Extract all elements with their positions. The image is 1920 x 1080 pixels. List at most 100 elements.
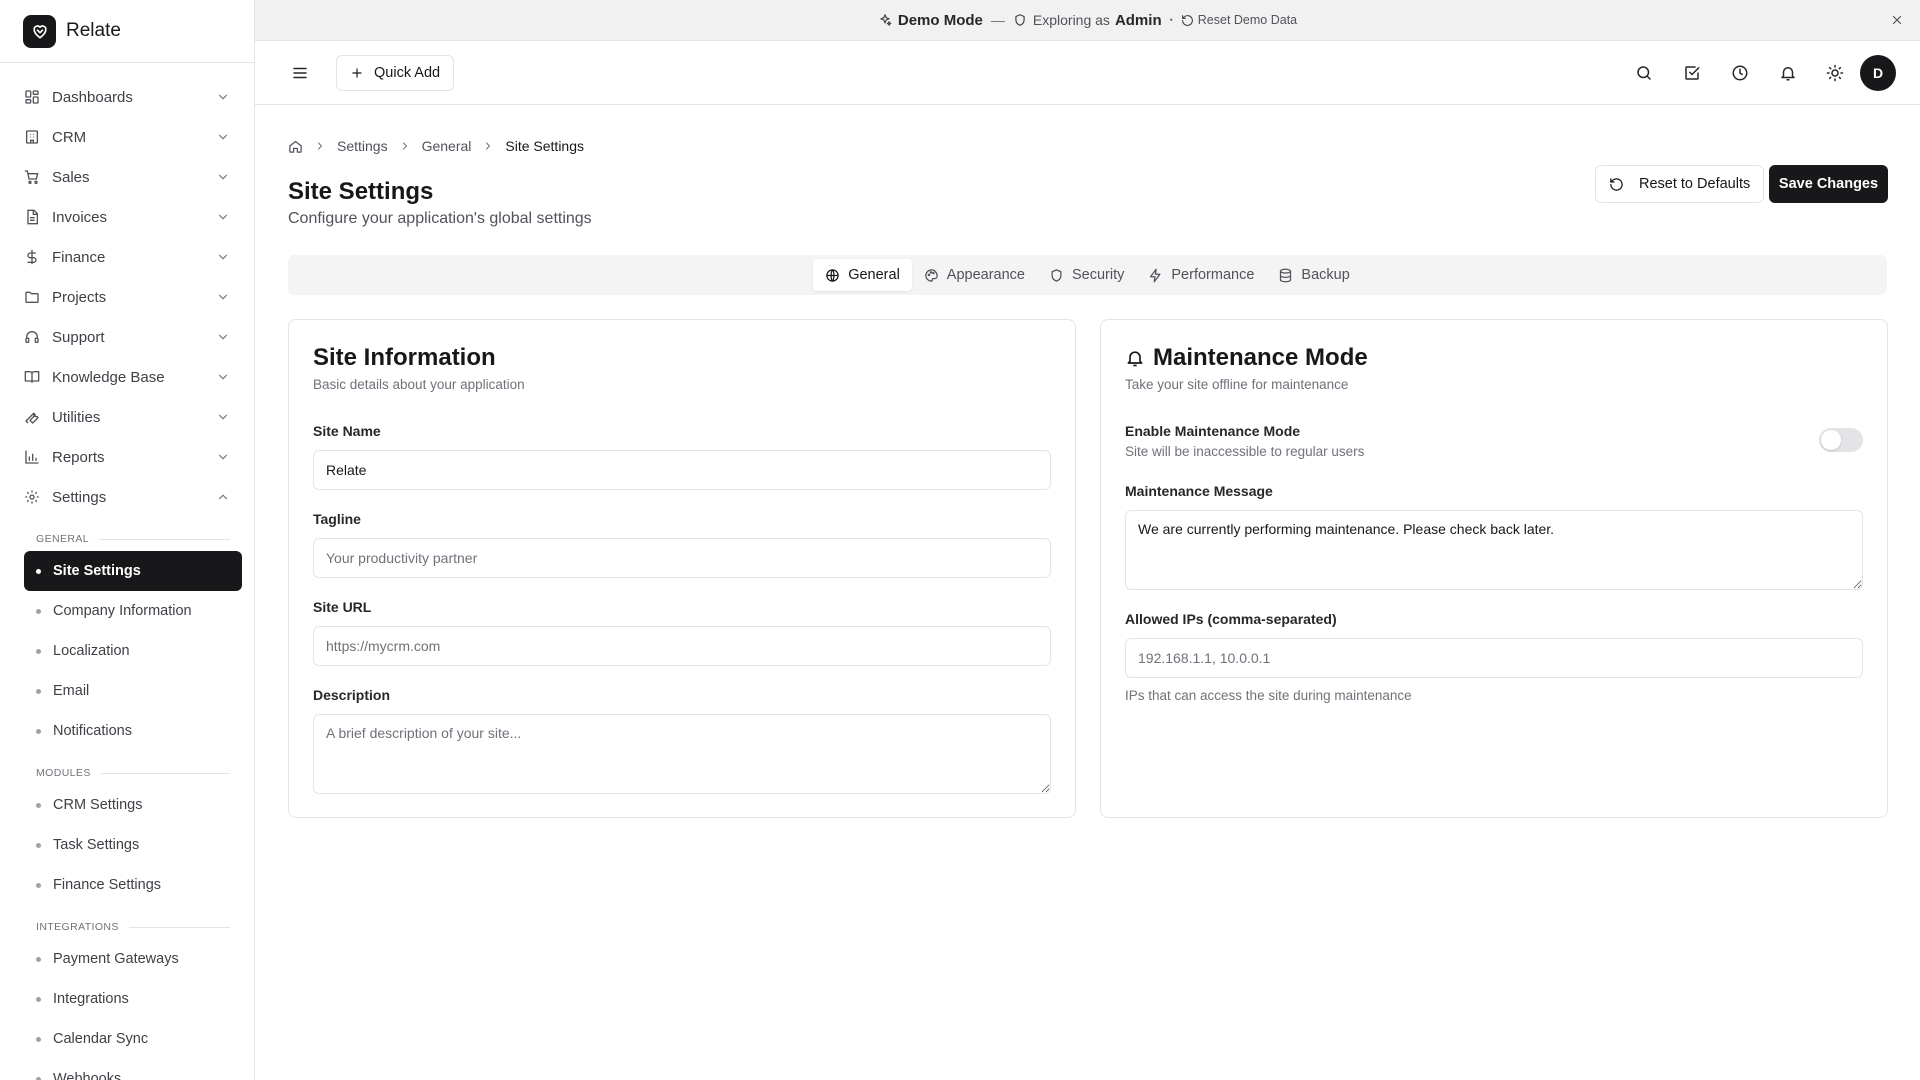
sidebar-item-knowledge-base[interactable]: Knowledge Base xyxy=(0,357,254,397)
tab-security[interactable]: Security xyxy=(1037,259,1136,291)
shield-icon xyxy=(1015,14,1025,26)
banner-dot: • xyxy=(1169,15,1173,25)
home-icon[interactable] xyxy=(288,139,303,154)
search-icon[interactable] xyxy=(1635,64,1653,82)
sidebar-subitem-site-settings[interactable]: Site Settings xyxy=(24,551,242,591)
sidebar-subitem-finance-settings[interactable]: Finance Settings xyxy=(24,865,242,905)
sidebar-item-settings[interactable]: Settings xyxy=(0,477,254,517)
sidebar-subitem-label: Notifications xyxy=(53,723,132,739)
reset-demo-data-button[interactable]: Reset Demo Data xyxy=(1181,13,1297,27)
site-name-label: Site Name xyxy=(313,423,381,439)
sidebar-item-reports[interactable]: Reports xyxy=(0,437,254,477)
maintenance-message-textarea[interactable]: We are currently performing maintenance.… xyxy=(1125,510,1863,590)
chevron-down-icon xyxy=(218,294,228,300)
headset-icon xyxy=(25,331,39,343)
site-url-input[interactable] xyxy=(313,626,1051,666)
tab-appearance[interactable]: Appearance xyxy=(912,259,1037,291)
chevron-down-icon xyxy=(218,454,228,460)
sidebar-subitem-localization[interactable]: Localization xyxy=(24,631,242,671)
sidebar-item-projects[interactable]: Projects xyxy=(0,277,254,317)
sidebar-item-support[interactable]: Support xyxy=(0,317,254,357)
sidebar-item-crm[interactable]: CRM xyxy=(0,117,254,157)
palette-icon xyxy=(925,268,938,282)
sidebar-subitem-integrations[interactable]: Integrations xyxy=(24,979,242,1019)
avatar[interactable]: D xyxy=(1860,55,1896,91)
menu-icon[interactable] xyxy=(291,64,309,82)
dollar-icon xyxy=(27,249,37,265)
sidebar-subitem-email[interactable]: Email xyxy=(24,671,242,711)
section-header-general: GENERAL xyxy=(36,529,230,549)
sidebar-item-dashboards[interactable]: Dashboards xyxy=(0,77,254,117)
chevron-down-icon xyxy=(218,414,228,420)
plus-icon xyxy=(352,68,362,78)
sidebar-subitem-payment-gateways[interactable]: Payment Gateways xyxy=(24,939,242,979)
sidebar-subitem-company-information[interactable]: Company Information xyxy=(24,591,242,631)
task-check-icon[interactable] xyxy=(1683,64,1701,82)
sidebar-item-label: Knowledge Base xyxy=(52,368,165,386)
sidebar-item-sales[interactable]: Sales xyxy=(0,157,254,197)
lightning-icon xyxy=(1150,268,1161,282)
tagline-input[interactable] xyxy=(313,538,1051,578)
bullet-icon xyxy=(36,1076,41,1080)
reset-to-defaults-button[interactable]: Reset to Defaults xyxy=(1595,165,1765,203)
sidebar-item-label: Support xyxy=(52,328,105,346)
section-title: MODULES xyxy=(36,767,91,779)
exploring-prefix: Exploring as xyxy=(1032,12,1110,28)
reset-to-defaults-label: Reset to Defaults xyxy=(1639,176,1751,192)
page-title: Site Settings xyxy=(288,178,434,205)
globe-icon xyxy=(826,268,839,282)
description-textarea[interactable] xyxy=(313,714,1051,794)
tab-general[interactable]: General xyxy=(813,259,912,291)
chevron-down-icon xyxy=(218,174,228,180)
tab-performance[interactable]: Performance xyxy=(1136,259,1266,291)
breadcrumb-general[interactable]: General xyxy=(422,138,472,154)
tab-backup[interactable]: Backup xyxy=(1266,259,1361,291)
sidebar-nav: Dashboards CRM Sales Invoices Finance Pr… xyxy=(0,63,254,1080)
bell-icon[interactable] xyxy=(1779,64,1797,82)
brand[interactable]: Relate xyxy=(0,0,254,63)
sidebar-item-finance[interactable]: Finance xyxy=(0,237,254,277)
sun-icon[interactable] xyxy=(1826,64,1844,82)
clock-icon[interactable] xyxy=(1731,64,1749,82)
bullet-icon xyxy=(36,956,41,962)
site-name-input[interactable] xyxy=(313,450,1051,490)
maintenance-toggle[interactable] xyxy=(1819,428,1863,452)
sidebar-item-label: Dashboards xyxy=(52,88,133,106)
chevron-down-icon xyxy=(218,334,228,340)
tab-label: General xyxy=(848,267,900,283)
wrench-icon xyxy=(25,412,39,424)
site-information-card: Site Information Basic details about you… xyxy=(288,319,1076,818)
allowed-ips-input[interactable] xyxy=(1125,638,1863,678)
brand-name: Relate xyxy=(66,20,121,41)
breadcrumb-settings[interactable]: Settings xyxy=(337,138,388,154)
sidebar-item-invoices[interactable]: Invoices xyxy=(0,197,254,237)
settings-tabs: General Appearance Security Performance … xyxy=(288,255,1887,295)
sidebar-subitem-label: Company Information xyxy=(53,603,192,619)
save-changes-button[interactable]: Save Changes xyxy=(1769,165,1888,203)
allowed-ips-hint: IPs that can access the site during main… xyxy=(1125,688,1412,703)
chevron-right-icon xyxy=(402,142,407,150)
demo-banner: Demo Mode — Exploring as Admin • Reset D… xyxy=(255,0,1920,41)
sidebar-subitem-label: Payment Gateways xyxy=(53,951,179,967)
close-icon[interactable] xyxy=(1890,13,1904,27)
sidebar-subitem-webhooks[interactable]: Webhooks xyxy=(24,1059,242,1080)
sidebar: Relate Dashboards CRM Sales Invoices Fin… xyxy=(0,0,255,1080)
quick-add-button[interactable]: Quick Add xyxy=(336,55,455,91)
bullet-icon xyxy=(36,648,41,654)
sidebar-subitem-task-settings[interactable]: Task Settings xyxy=(24,825,242,865)
sidebar-subitem-label: Task Settings xyxy=(53,837,140,853)
chevron-down-icon xyxy=(218,94,228,100)
tab-label: Appearance xyxy=(946,267,1025,283)
tab-label: Security xyxy=(1072,267,1125,283)
section-title: GENERAL xyxy=(36,533,89,545)
shield-icon xyxy=(1051,268,1062,282)
gear-icon xyxy=(25,490,39,504)
sidebar-item-utilities[interactable]: Utilities xyxy=(0,397,254,437)
sidebar-subitem-calendar-sync[interactable]: Calendar Sync xyxy=(24,1019,242,1059)
database-icon xyxy=(1280,268,1292,282)
chevron-down-icon xyxy=(218,254,228,260)
sidebar-subitem-crm-settings[interactable]: CRM Settings xyxy=(24,785,242,825)
sidebar-subitem-notifications[interactable]: Notifications xyxy=(24,711,242,751)
description-label: Description xyxy=(313,687,391,703)
sidebar-subitem-label: Site Settings xyxy=(53,563,141,579)
